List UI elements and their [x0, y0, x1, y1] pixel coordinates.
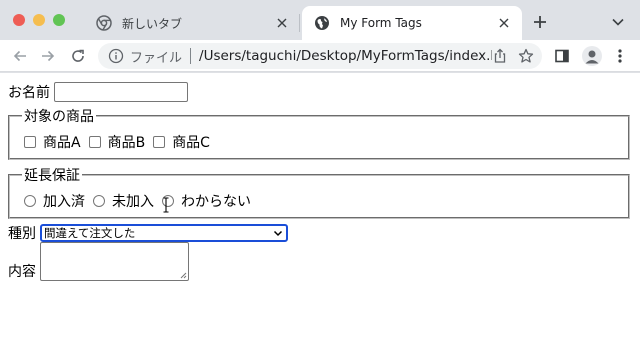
- tab-strip: 新しいタブ My Form Tags: [0, 0, 640, 40]
- product-b-checkbox[interactable]: [88, 136, 101, 148]
- option-label: 商品A: [43, 135, 81, 151]
- chevron-down-icon: [612, 18, 624, 26]
- warranty-fieldset: 延長保証 加入済 未加入 わからない: [8, 165, 630, 219]
- kind-select[interactable]: 間違えて注文した: [40, 224, 288, 242]
- warranty-not-joined-radio[interactable]: [93, 195, 105, 207]
- option-label: 加入済: [43, 194, 85, 210]
- address-bar[interactable]: ファイル /Users/taguchi/Desktop/MyFormTags/i…: [98, 43, 542, 69]
- reload-icon: [72, 49, 84, 62]
- url-text[interactable]: /Users/taguchi/Desktop/MyFormTags/index.…: [199, 48, 492, 64]
- resize-grip-icon[interactable]: [179, 271, 187, 279]
- product-c-checkbox[interactable]: [153, 136, 166, 148]
- warranty-unknown-option[interactable]: わからない: [162, 191, 251, 211]
- warranty-joined-radio[interactable]: [24, 195, 36, 207]
- product-b-option[interactable]: 商品B: [88, 132, 146, 152]
- share-icon[interactable]: [492, 48, 508, 64]
- name-label: お名前: [8, 85, 50, 101]
- window-zoom-button[interactable]: [53, 14, 65, 26]
- products-legend: 対象の商品: [24, 109, 94, 125]
- profile-avatar[interactable]: [582, 46, 602, 66]
- name-input[interactable]: [54, 82, 188, 102]
- product-a-option[interactable]: 商品A: [24, 132, 81, 152]
- plus-icon: [534, 16, 546, 28]
- security-label: ファイル: [130, 50, 183, 66]
- option-label: 商品B: [107, 135, 146, 151]
- kind-label: 種別: [8, 226, 36, 242]
- back-button[interactable]: [10, 46, 30, 66]
- tab-new-tab[interactable]: 新しいタブ: [84, 6, 300, 40]
- option-label: 未加入: [112, 194, 154, 210]
- kind-row: 種別 間違えて注文した: [8, 223, 288, 243]
- reload-button[interactable]: [68, 46, 88, 66]
- chevron-down-icon: [273, 230, 283, 237]
- chrome-icon: [96, 15, 112, 31]
- person-icon: [585, 50, 599, 64]
- name-row: お名前: [8, 82, 188, 102]
- text-cursor-icon: [163, 197, 169, 213]
- window-minimize-button[interactable]: [33, 14, 45, 26]
- tab-search-button[interactable]: [610, 14, 626, 30]
- window-close-button[interactable]: [13, 14, 25, 26]
- products-fieldset: 対象の商品 商品A 商品B 商品C: [8, 106, 630, 160]
- content-textarea[interactable]: [40, 242, 189, 281]
- side-panel-button[interactable]: [552, 46, 572, 66]
- product-c-option[interactable]: 商品C: [153, 132, 210, 152]
- option-label: 商品C: [172, 135, 210, 151]
- warranty-legend: 延長保証: [24, 168, 80, 184]
- content-label: 内容: [8, 264, 36, 280]
- browser-toolbar: ファイル /Users/taguchi/Desktop/MyFormTags/i…: [0, 40, 640, 72]
- bookmark-star-icon[interactable]: [518, 48, 534, 64]
- kind-selected-value: 間違えて注文した: [44, 226, 136, 240]
- product-a-checkbox[interactable]: [24, 136, 36, 148]
- menu-button[interactable]: [610, 46, 630, 66]
- warranty-not-joined-option[interactable]: 未加入: [93, 191, 154, 211]
- close-icon[interactable]: [274, 15, 290, 31]
- tab-divider: [299, 14, 300, 32]
- tab-title: My Form Tags: [340, 16, 422, 30]
- close-icon[interactable]: [496, 15, 512, 31]
- new-tab-button[interactable]: [530, 12, 550, 32]
- option-label: わからない: [181, 194, 251, 210]
- info-icon[interactable]: [108, 48, 124, 64]
- arrow-right-icon: [42, 50, 55, 62]
- tab-my-form-tags[interactable]: My Form Tags: [302, 6, 522, 40]
- tab-title: 新しいタブ: [122, 16, 183, 31]
- page-content: お名前 対象の商品 商品A 商品B 商品C 延長保証 加入済 未加入 わからない…: [0, 73, 640, 360]
- omnibox-divider: [190, 48, 192, 64]
- side-panel-icon: [555, 49, 569, 63]
- warranty-joined-option[interactable]: 加入済: [24, 191, 85, 211]
- forward-button[interactable]: [38, 46, 58, 66]
- globe-icon: [315, 16, 329, 30]
- content-row: 内容: [8, 242, 189, 281]
- more-vert-icon: [618, 49, 622, 63]
- arrow-left-icon: [13, 50, 26, 62]
